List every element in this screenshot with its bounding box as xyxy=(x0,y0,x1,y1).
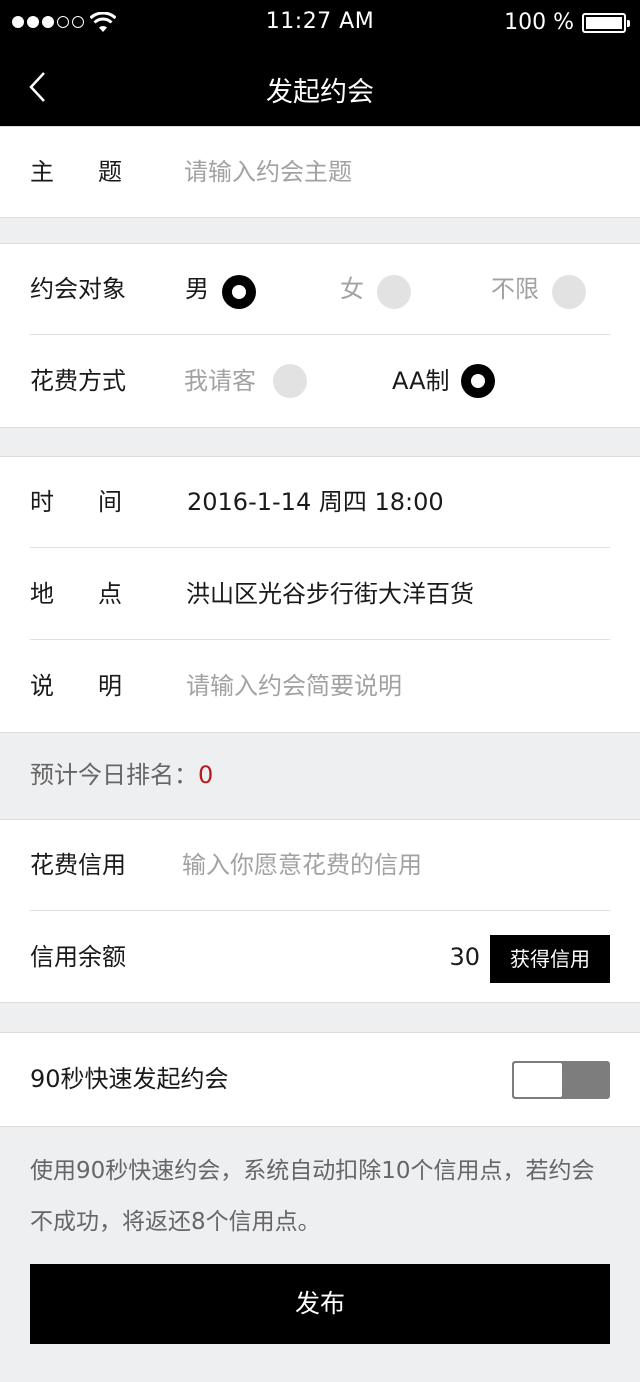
topic-label: 主题 xyxy=(30,158,166,186)
get-credit-button[interactable]: 获得信用 xyxy=(490,935,610,983)
target-option-female-radio[interactable] xyxy=(377,275,411,309)
battery-icon xyxy=(582,13,630,33)
publish-button[interactable]: 发布 xyxy=(30,1264,610,1344)
toggle-knob xyxy=(514,1063,562,1097)
topic-section: 主题 xyxy=(0,126,640,218)
time-row[interactable]: 时间 2016-1-14 周四 18:00 xyxy=(0,457,640,548)
status-bar: 11:27 AM 100 % xyxy=(0,0,640,46)
target-option-any-label: 不限 xyxy=(491,275,539,303)
target-option-any-radio[interactable] xyxy=(552,275,586,309)
time-value: 2016-1-14 周四 18:00 xyxy=(187,488,444,516)
quick-launch-toggle[interactable] xyxy=(512,1061,610,1099)
spend-credit-label: 花费信用 xyxy=(30,851,126,879)
payment-option-aa-label: AA制 xyxy=(392,367,450,395)
ranking-label: 预计今日排名： xyxy=(30,761,198,789)
payment-option-treat-label: 我请客 xyxy=(184,367,256,395)
divider xyxy=(30,639,610,640)
target-label: 约会对象 xyxy=(30,275,126,303)
ranking-value: 0 xyxy=(198,761,214,789)
quick-launch-note: 使用90秒快速约会，系统自动扣除10个信用点，若约会不成功，将返还8个信用点。 xyxy=(30,1158,595,1235)
details-section: 时间 2016-1-14 周四 18:00 地点 洪山区光谷步行街大洋百货 说明 xyxy=(0,456,640,733)
ranking-estimate: 预计今日排名：0 xyxy=(30,745,213,805)
target-option-male-label: 男 xyxy=(185,275,209,303)
quick-launch-section: 90秒快速发起约会 xyxy=(0,1032,640,1127)
credit-section: 花费信用 信用余额 30 获得信用 xyxy=(0,819,640,1003)
divider xyxy=(30,910,610,911)
nav-bar: 发起约会 xyxy=(0,46,640,127)
divider xyxy=(30,547,610,548)
description-input[interactable] xyxy=(186,661,586,711)
battery-percentage: 100 % xyxy=(504,10,574,35)
payment-option-aa-radio[interactable] xyxy=(461,364,495,398)
place-row[interactable]: 地点 洪山区光谷步行街大洋百货 xyxy=(0,549,640,640)
preferences-section: 约会对象 男 女 不限 花费方式 我请客 AA制 xyxy=(0,243,640,428)
payment-option-treat-radio[interactable] xyxy=(273,364,307,398)
place-label: 地点 xyxy=(30,580,166,608)
topic-input[interactable] xyxy=(184,147,584,197)
credit-balance-label: 信用余额 xyxy=(30,943,126,971)
place-value: 洪山区光谷步行街大洋百货 xyxy=(186,580,474,608)
target-option-male-radio[interactable] xyxy=(222,275,256,309)
quick-launch-label: 90秒快速发起约会 xyxy=(30,1065,229,1093)
page-title: 发起约会 xyxy=(266,77,374,108)
payment-label: 花费方式 xyxy=(30,367,126,395)
spend-credit-input[interactable] xyxy=(182,840,582,890)
credit-balance-value: 30 xyxy=(449,943,480,971)
target-option-female-label: 女 xyxy=(340,275,364,303)
divider xyxy=(30,334,610,335)
time-label: 时间 xyxy=(30,488,166,516)
description-label: 说明 xyxy=(30,672,166,700)
